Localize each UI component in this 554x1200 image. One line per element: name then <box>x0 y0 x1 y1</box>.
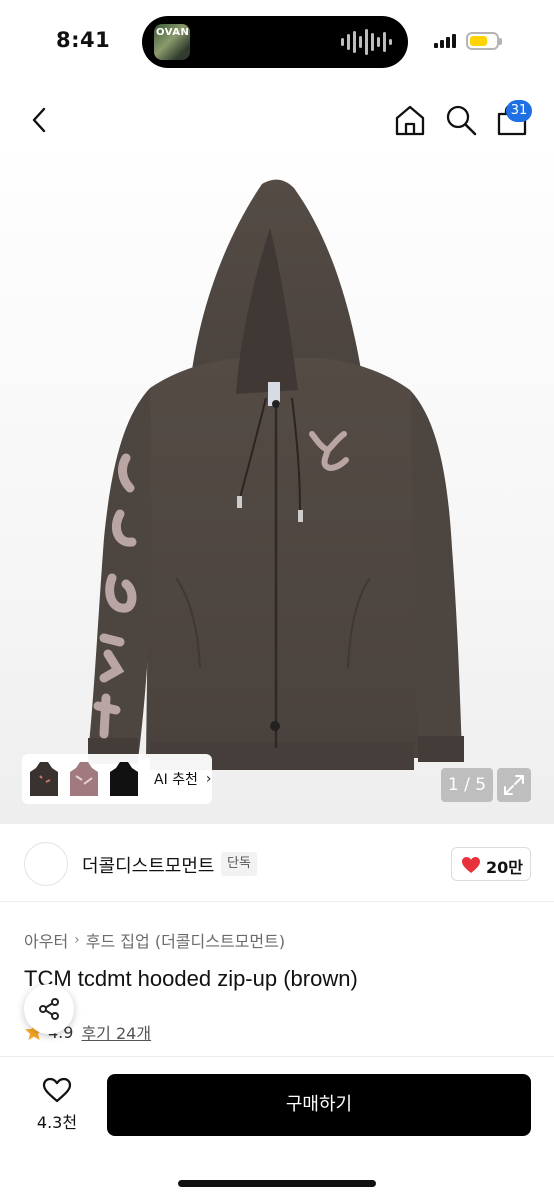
album-art-text: OVAN <box>156 27 190 38</box>
review-count-link[interactable]: 후기 24개 <box>81 1020 151 1044</box>
heart-filled-icon <box>462 857 480 873</box>
battery-icon <box>466 32 502 50</box>
thumbnail-pink-hoodie[interactable] <box>66 758 102 800</box>
app-header <box>0 82 554 160</box>
brand-logo[interactable] <box>24 842 68 886</box>
share-button[interactable] <box>24 984 74 1034</box>
search-button[interactable] <box>443 102 479 138</box>
chevron-left-icon <box>32 107 46 133</box>
buy-button[interactable]: 구매하기 <box>107 1074 531 1136</box>
search-icon <box>446 105 477 136</box>
brand-like-button[interactable]: 20만 <box>451 847 531 881</box>
home-icon <box>395 105 425 136</box>
home-indicator[interactable] <box>178 1180 376 1187</box>
expand-image-button[interactable] <box>497 768 531 802</box>
brand-name[interactable]: 더콜디스트모먼트 <box>82 852 214 878</box>
image-page-indicator: 1 / 5 <box>441 768 493 802</box>
now-playing-album-art: OVAN <box>154 24 190 60</box>
status-time: 8:41 <box>56 28 111 52</box>
status-bar: 8:41 OVAN <box>0 0 554 82</box>
brand-like-count: 20만 <box>486 858 523 877</box>
category-breadcrumb: 아우터 › 후드 집업 (더콜디스트모먼트) <box>24 928 285 952</box>
wishlist-count: 4.3천 <box>36 1113 78 1132</box>
product-image-gallery[interactable] <box>0 158 554 824</box>
brand-logo-mark <box>30 861 64 867</box>
ai-recommend-strip[interactable]: AI 추천 › <box>22 754 212 804</box>
cart-count-badge: 31 <box>506 100 532 122</box>
dynamic-island[interactable]: OVAN <box>142 16 408 68</box>
audio-waveform-icon <box>341 29 392 55</box>
thumbnail-black-hoodie[interactable] <box>106 758 142 800</box>
cellular-signal-icon <box>434 34 456 48</box>
share-icon <box>39 998 59 1020</box>
exclusive-badge: 단독 <box>221 852 257 876</box>
chevron-right-icon: › <box>74 932 80 948</box>
heart-outline-icon <box>42 1077 72 1103</box>
ai-recommend-label: AI 추천 <box>154 772 198 788</box>
thumbnail-brown-hoodie[interactable] <box>26 758 62 800</box>
product-title: TCM tcdmt hooded zip-up (brown) <box>24 966 358 991</box>
chevron-right-icon: › <box>205 771 212 787</box>
brand-row[interactable]: 더콜디스트모먼트 단독 20만 <box>0 826 554 902</box>
wishlist-button[interactable]: 4.3천 <box>28 1077 86 1141</box>
back-button[interactable] <box>24 104 56 136</box>
breadcrumb-item-hood-zipup[interactable]: 후드 집업 (더콜디스트모먼트) <box>86 928 285 952</box>
home-button[interactable] <box>392 102 428 138</box>
breadcrumb-item-outer[interactable]: 아우터 <box>24 928 68 952</box>
product-photo-hoodie <box>88 179 464 770</box>
bottom-action-bar: 4.3천 구매하기 <box>0 1056 554 1200</box>
expand-icon <box>504 775 524 795</box>
